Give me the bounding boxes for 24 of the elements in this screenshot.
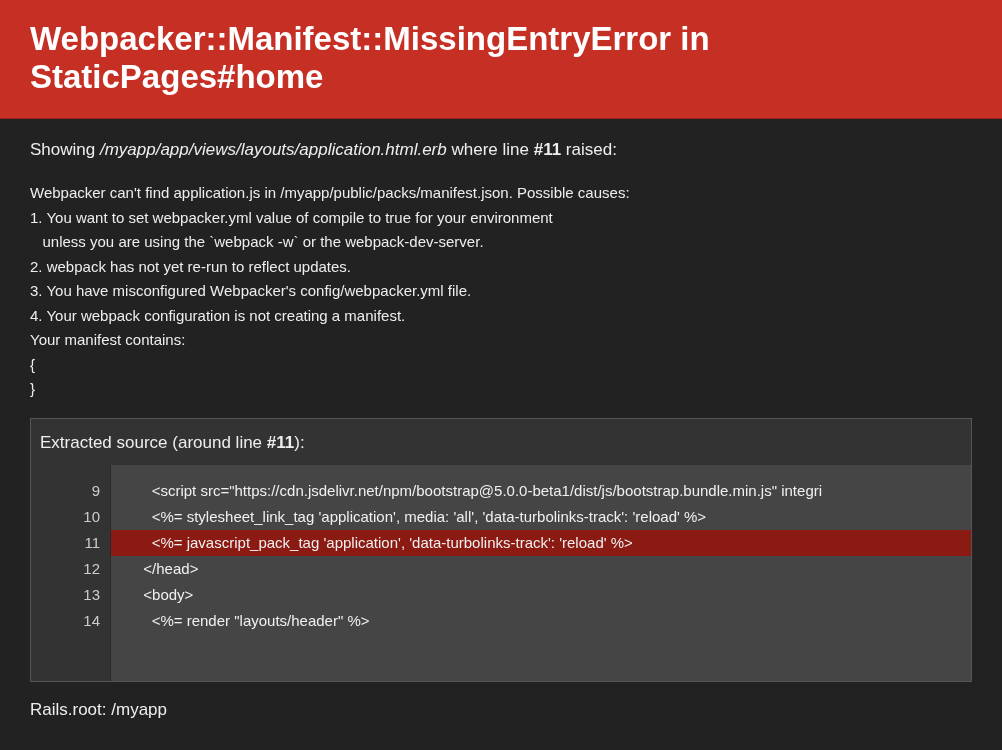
line-number: 11 (83, 532, 101, 553)
message-line: unless you are using the `webpack -w` or the webpack-dev-server. (41, 232, 485, 252)
line-number: 12 (82, 558, 101, 579)
code-line: <%= stylesheet_link_tag 'application', media: 'all', 'data-turbolinks-track': 'reload' %> (150, 506, 708, 527)
code-line: <%= render "layouts/header" %> (150, 610, 371, 631)
message-line: } (30, 379, 36, 399)
source-title: Extracted source (around line #11): (39, 431, 306, 454)
line-number: 9 (90, 480, 101, 501)
showing-text: Showing /myapp/app/views/layouts/application.html.erb where line #11 raised: (30, 139, 618, 161)
code-line: <script src="https://cdn.jsdelivr.net/npm/bootstrap@5.0.0-beta1/dist/js/bootstrap.bundle.min.js" integri (150, 480, 824, 501)
message-line: Webpacker can't find application.js in /myapp/public/packs/manifest.json. Possible causes: (30, 183, 631, 203)
message-line: 4. Your webpack configuration is not creating a manifest. (30, 305, 407, 326)
line-number: 13 (82, 584, 101, 605)
message-line: Your manifest contains: (30, 330, 187, 350)
message-line: { (30, 354, 36, 375)
rails-root-text: Rails.root: /myapp (30, 699, 168, 720)
code-line: <body> (142, 584, 195, 605)
message-line: 1. You want to set webpacker.yml value of compile to true for your environment (30, 207, 554, 228)
code-line: </head> (142, 558, 200, 579)
message-line: 3. You have misconfigured Webpacker's config/webpacker.yml file. (30, 281, 473, 301)
error-title: Webpacker::Manifest::MissingEntryError in StaticPages#home (30, 20, 711, 96)
message-line: 2. webpack has not yet re-run to reflect updates. (30, 256, 352, 277)
line-number: 10 (82, 506, 101, 527)
line-number: 14 (82, 610, 101, 631)
